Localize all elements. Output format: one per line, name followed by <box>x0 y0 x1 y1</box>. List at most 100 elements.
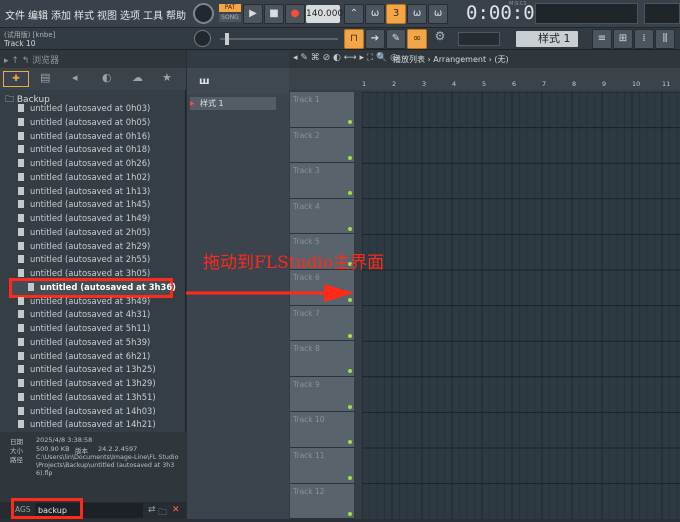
timeline-ruler[interactable]: 1 2 3 4 5 6 7 8 9 10 11 <box>362 80 680 92</box>
menu-edit[interactable]: 编辑 <box>28 7 48 22</box>
track-active-indicator[interactable] <box>348 440 352 445</box>
track-label: Track 1 <box>293 95 320 104</box>
pencil-tool-button[interactable]: ✎ <box>386 29 406 49</box>
track-active-indicator[interactable] <box>348 226 352 231</box>
pattern-selector[interactable]: 样式 1 <box>516 31 578 47</box>
stop-button[interactable]: ■ <box>264 4 284 24</box>
track-header[interactable]: Track 11 <box>290 448 354 484</box>
menu-tools[interactable]: 工具 <box>143 7 163 22</box>
file-icon <box>18 379 24 387</box>
file-item[interactable]: untitled (autosaved at 14h03) <box>18 406 156 420</box>
file-item[interactable]: untitled (autosaved at 1h13) <box>18 186 150 200</box>
tab-all-icon[interactable]: ✚ <box>3 71 29 87</box>
file-item[interactable]: untitled (autosaved at 5h39) <box>18 337 150 351</box>
menu-help[interactable]: 帮助 <box>166 7 186 22</box>
menu-add[interactable]: 添加 <box>51 7 71 22</box>
menu-patterns[interactable]: 样式 <box>74 7 94 22</box>
track-header[interactable]: Track 8 <box>290 341 354 377</box>
menu-view[interactable]: 视图 <box>97 7 117 22</box>
bar-number: 2 <box>392 80 397 88</box>
wait-input-button[interactable]: ω <box>365 4 385 24</box>
track-header[interactable]: Track 4 <box>290 198 354 235</box>
track-active-indicator[interactable] <box>348 369 352 374</box>
file-icon <box>18 351 24 360</box>
file-name: untitled (autosaved at 4h31) <box>30 309 151 320</box>
main-pitch-knob[interactable] <box>194 30 211 47</box>
file-item[interactable]: untitled (autosaved at 6h21) <box>18 351 150 365</box>
snap-toggle-button[interactable]: ⊓ <box>344 29 364 49</box>
file-item[interactable]: untitled (autosaved at 0h16) <box>18 131 150 145</box>
menu-file[interactable]: 文件 <box>5 7 25 22</box>
settings-icon[interactable]: ⚙ <box>430 29 450 49</box>
track-header[interactable]: Track 9 <box>290 376 354 413</box>
playlist-button[interactable]: ≡ <box>592 29 612 49</box>
track-active-indicator[interactable] <box>348 404 352 409</box>
file-item[interactable]: untitled (autosaved at 13h51) <box>18 392 156 406</box>
countdown-button[interactable]: 3 <box>386 4 406 24</box>
file-name: untitled (autosaved at 2h05) <box>30 226 151 237</box>
info-date: 2025/4/8 3:38:58 <box>36 436 93 444</box>
track-header[interactable]: Track 2 <box>290 127 354 164</box>
tab-speaker-icon[interactable]: ◂ <box>72 71 78 84</box>
track-header[interactable]: Track 1 <box>290 92 354 128</box>
track-active-indicator[interactable] <box>348 191 352 196</box>
record-button[interactable]: ● <box>285 4 305 24</box>
main-volume-slider[interactable] <box>220 38 338 40</box>
track-active-indicator[interactable] <box>348 155 352 160</box>
main-volume-handle[interactable] <box>225 33 229 45</box>
track-active-indicator[interactable] <box>348 333 352 338</box>
file-item[interactable]: untitled (autosaved at 13h29) <box>18 378 156 392</box>
tab-project-icon[interactable]: ▤ <box>40 71 50 84</box>
file-name: untitled (autosaved at 0h05) <box>30 116 151 127</box>
file-item[interactable]: untitled (autosaved at 0h03) <box>18 103 150 117</box>
tab-cloud-icon[interactable]: ☁ <box>132 71 143 84</box>
playlist-tools-icons[interactable]: ◂ ✎ ⌘ ⊘ ◐ ⟷ ▸ ⛶ 🔍 ◎ <box>293 53 398 63</box>
track-header[interactable]: Track 3 <box>290 163 354 199</box>
song-mode-button[interactable]: SONG <box>219 14 241 22</box>
file-item[interactable]: untitled (autosaved at 2h29) <box>18 241 150 255</box>
file-item[interactable]: untitled (autosaved at 13h25) <box>18 364 156 378</box>
loop-record-button[interactable]: ω <box>428 4 448 24</box>
file-item[interactable]: untitled (autosaved at 0h26) <box>18 158 150 172</box>
clear-search-icon[interactable]: ✕ <box>172 505 180 515</box>
menu-options[interactable]: 选项 <box>120 7 140 22</box>
master-volume-knob[interactable] <box>193 3 214 24</box>
tempo-display[interactable]: 140.000 <box>306 5 343 23</box>
track-header[interactable]: Track 12 <box>290 483 354 520</box>
tab-star-icon[interactable]: ★ <box>162 71 172 84</box>
file-item[interactable]: untitled (autosaved at 0h18) <box>18 144 150 158</box>
file-item[interactable]: untitled (autosaved at 5h11) <box>18 323 150 337</box>
refresh-icon[interactable]: ⇄ <box>148 505 156 515</box>
blend-notes-button[interactable]: ω <box>407 4 427 24</box>
track-active-indicator[interactable] <box>348 120 352 124</box>
file-item[interactable]: untitled (autosaved at 3h49) <box>18 296 150 310</box>
playlist-grid[interactable] <box>361 91 680 519</box>
file-item[interactable]: untitled (autosaved at 3h36) <box>28 282 176 296</box>
snap-selector[interactable] <box>458 32 500 46</box>
track-header[interactable]: Track 10 <box>290 412 354 448</box>
file-item[interactable]: untitled (autosaved at 1h49) <box>18 213 150 227</box>
piano-roll-button[interactable]: ⊞ <box>613 29 633 49</box>
mixer-button[interactable]: ⫼ <box>655 29 675 49</box>
file-item[interactable]: untitled (autosaved at 2h55) <box>18 254 150 268</box>
tab-plugin-icon[interactable]: ◐ <box>102 71 112 84</box>
play-button[interactable]: ▶ <box>243 4 263 24</box>
file-item[interactable]: untitled (autosaved at 4h31) <box>18 309 150 323</box>
file-item[interactable]: untitled (autosaved at 0h05) <box>18 117 150 131</box>
wave-icon[interactable]: ш <box>199 76 210 87</box>
arrow-tool-button[interactable]: ➔ <box>365 29 385 49</box>
browser-nav-icon[interactable]: ▸ ↑ ↰ 浏览器 <box>4 53 59 66</box>
pat-mode-button[interactable]: PAT <box>219 4 241 12</box>
link-tool-button[interactable]: ∞ <box>407 29 427 49</box>
file-item[interactable]: untitled (autosaved at 2h05) <box>18 227 150 241</box>
file-item[interactable]: untitled (autosaved at 1h45) <box>18 199 150 213</box>
channel-rack-button[interactable]: ⁞ <box>634 29 654 49</box>
track-active-indicator[interactable] <box>348 476 352 480</box>
track-active-indicator[interactable] <box>348 511 352 516</box>
file-item[interactable]: untitled (autosaved at 14h21) <box>18 419 156 433</box>
file-item[interactable]: untitled (autosaved at 1h02) <box>18 172 150 186</box>
metronome-button[interactable]: ⌃ <box>344 4 364 24</box>
pattern-item[interactable]: 样式 1 <box>190 97 276 110</box>
file-icon <box>18 255 24 264</box>
track-header[interactable]: Track 7 <box>290 305 354 342</box>
